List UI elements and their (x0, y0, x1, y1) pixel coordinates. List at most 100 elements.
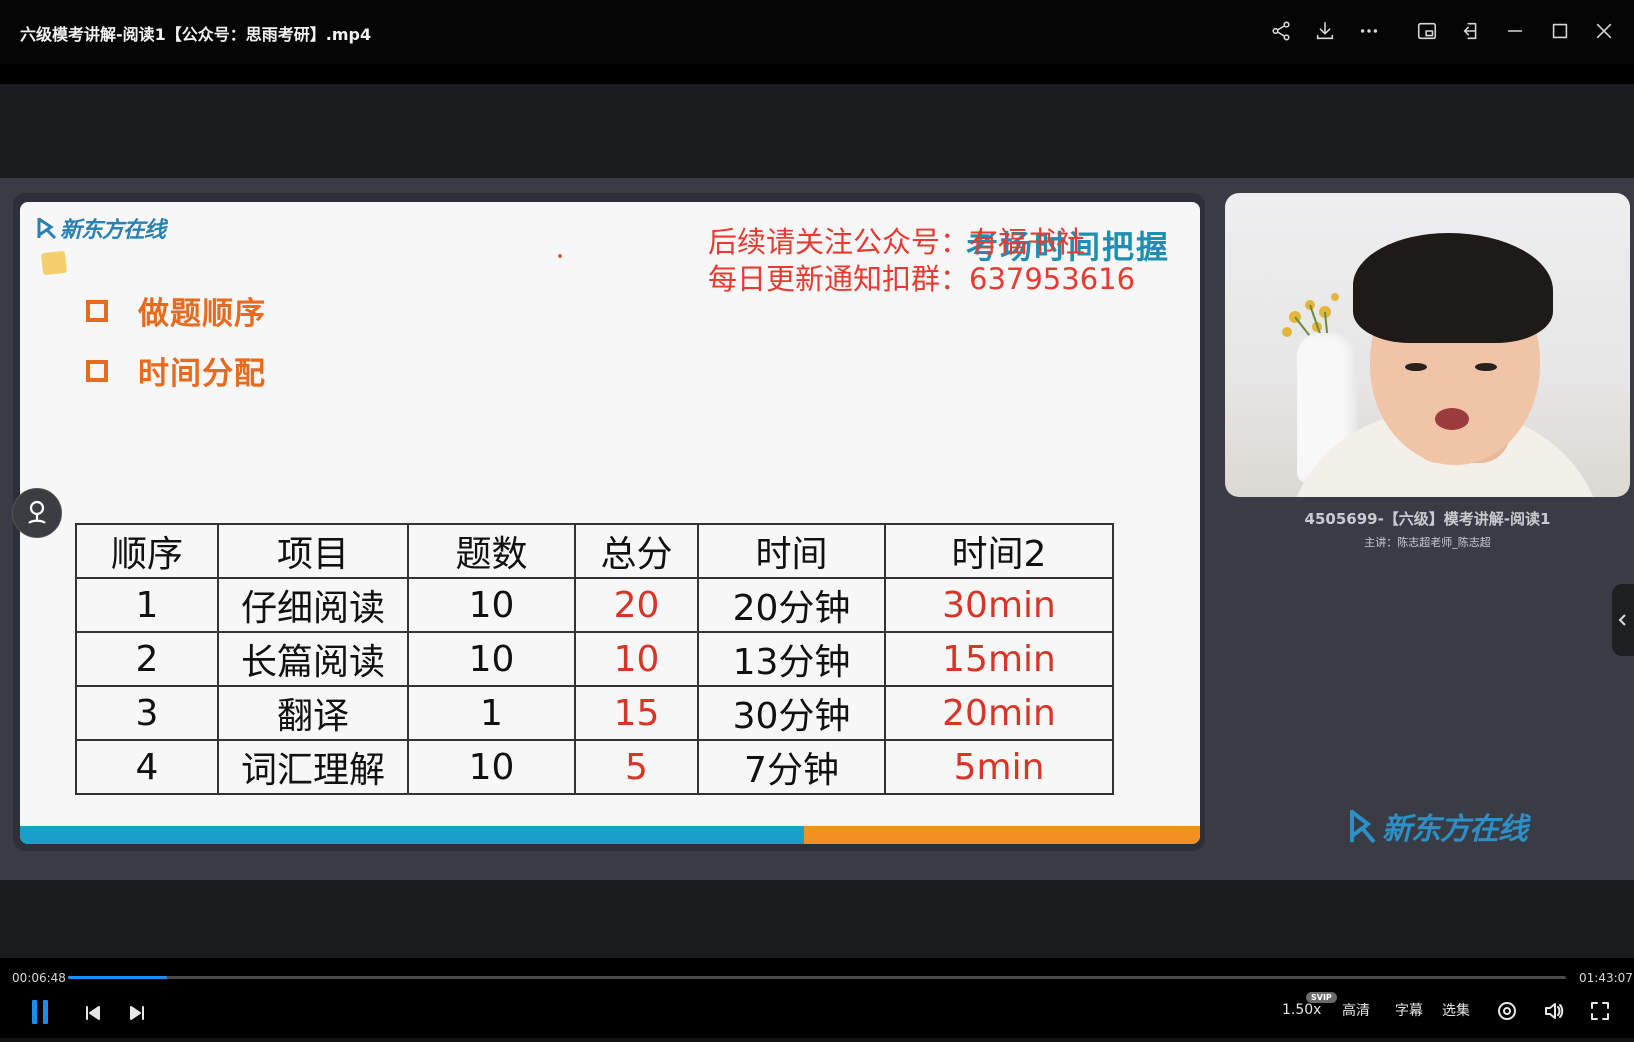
quality-button[interactable]: 高清 (1342, 1000, 1370, 1020)
more-button[interactable] (1354, 16, 1384, 46)
frame-logo-text: 新东方在线 (1382, 812, 1528, 847)
playback-speed-button[interactable]: 1.50x (1282, 1002, 1321, 1018)
minimize-button[interactable] (1500, 16, 1530, 46)
table-header: 总分 (574, 523, 699, 579)
share-icon (1272, 21, 1290, 41)
person-mouth (1435, 408, 1469, 430)
pin-on-top-button[interactable] (1456, 16, 1486, 46)
download-icon (1316, 21, 1334, 40)
table-cell: 4 (75, 739, 219, 795)
settings-icon (1498, 1002, 1516, 1020)
table-cell: 翻译 (217, 685, 409, 741)
table-row: 3 翻译 1 15 30分钟 20min (75, 685, 1114, 741)
total-time: 01:43:07 (1579, 971, 1633, 985)
teacher-webcam (1225, 193, 1630, 497)
episodes-button[interactable]: 选集 (1442, 1000, 1470, 1020)
pointer-dot (558, 254, 562, 258)
fullscreen-button[interactable] (1587, 998, 1613, 1024)
table-cell: 5 (574, 739, 699, 795)
bullet-text: 时间分配 (138, 356, 266, 392)
table-cell: 10 (407, 739, 576, 795)
table-header: 时间2 (884, 523, 1114, 579)
lecture-slide: 新东方在线 考场时间把握 后续请关注公众号：有福书社 每日更新通知扣群：6379… (20, 202, 1200, 844)
table-header: 题数 (407, 523, 576, 579)
table-cell: 30分钟 (697, 685, 886, 741)
watermark-line-2: 每日更新通知扣群：637953616 (708, 262, 1136, 296)
pause-icon (30, 1000, 50, 1024)
table-row: 4 词汇理解 10 5 7分钟 5min (75, 739, 1114, 795)
table-cell: 10 (574, 631, 699, 687)
more-icon (1360, 29, 1378, 33)
download-button[interactable] (1310, 16, 1340, 46)
player-controls: 00:06:48 01:43:07 1.50x SVIP 高清 字幕 选集 (0, 958, 1634, 1042)
table-header: 顺序 (75, 523, 219, 579)
current-time: 00:06:48 (12, 971, 66, 985)
bullet-text: 做题顺序 (138, 296, 266, 332)
pin-icon (1463, 22, 1477, 40)
skip-previous-icon (86, 1006, 100, 1020)
xdf-logo-icon (37, 217, 57, 240)
table-cell: 仔细阅读 (217, 577, 409, 633)
checkbox-square-icon (86, 359, 108, 382)
frame-logo: 新东方在线 (1348, 804, 1528, 848)
table-row: 2 长篇阅读 10 10 13分钟 15min (75, 631, 1114, 687)
table-cell: 20分钟 (697, 577, 886, 633)
maximize-button[interactable] (1545, 16, 1575, 46)
progress-bar[interactable] (68, 976, 1566, 979)
table-cell: 2 (75, 631, 219, 687)
table-cell: 长篇阅读 (217, 631, 409, 687)
table-cell: 词汇理解 (217, 739, 409, 795)
table-cell: 1 (75, 577, 219, 633)
subtitles-button[interactable]: 字幕 (1395, 1000, 1423, 1020)
checkbox-square-icon (86, 299, 108, 322)
next-button[interactable] (126, 1002, 148, 1024)
close-button[interactable] (1589, 16, 1619, 46)
slide-logo: 新东方在线 (36, 212, 166, 244)
settings-button[interactable] (1494, 998, 1520, 1024)
time-plan-table: 顺序 项目 题数 总分 时间 时间2 1 仔细阅读 10 20 20分钟 30m… (75, 523, 1114, 795)
xdf-logo-icon (1350, 810, 1376, 844)
volume-icon (1545, 1003, 1564, 1019)
window-bottom-edge (0, 1038, 1634, 1042)
minimize-icon (1507, 30, 1523, 32)
title-bar: 六级模考讲解-阅读1【公众号：思雨考研】.mp4 (0, 0, 1634, 64)
window-title: 六级模考讲解-阅读1【公众号：思雨考研】.mp4 (20, 25, 372, 44)
table-cell: 20 (574, 577, 699, 633)
picture-in-picture-icon (1417, 22, 1437, 40)
lesson-teacher: 主讲：陈志超老师_陈志超 (1364, 536, 1491, 549)
table-cell: 10 (407, 577, 576, 633)
location-pin-icon (28, 500, 46, 524)
person-eye (1405, 363, 1427, 371)
table-row: 1 仔细阅读 10 20 20分钟 30min (75, 577, 1114, 633)
annotation-tool-button[interactable] (12, 488, 62, 538)
table-header: 项目 (217, 523, 409, 579)
table-cell: 10 (407, 631, 576, 687)
table-cell: 5min (884, 739, 1114, 795)
table-cell: 20min (884, 685, 1114, 741)
table-header-row: 顺序 项目 题数 总分 时间 时间2 (75, 523, 1114, 579)
lesson-title: 4505699-【六级】模考讲解-阅读1 (1304, 510, 1551, 528)
picture-in-picture-button[interactable] (1412, 16, 1442, 46)
maximize-icon (1552, 23, 1568, 39)
table-header: 时间 (697, 523, 886, 579)
video-area[interactable]: 新东方在线 考场时间把握 后续请关注公众号：有福书社 每日更新通知扣群：6379… (0, 84, 1634, 958)
skip-next-icon (130, 1006, 144, 1020)
watermark-text: 后续请关注公众号：有福书社 每日更新通知扣群：637953616 (708, 224, 1135, 298)
table-cell: 15 (574, 685, 699, 741)
previous-button[interactable] (82, 1002, 104, 1024)
table-cell: 13分钟 (697, 631, 886, 687)
table-cell: 15min (884, 631, 1114, 687)
progress-fill (68, 976, 167, 979)
volume-button[interactable] (1541, 998, 1567, 1024)
fullscreen-icon (1591, 1002, 1609, 1020)
svip-badge: SVIP (1306, 992, 1337, 1003)
chevron-left-icon (1618, 614, 1626, 626)
share-button[interactable] (1266, 16, 1296, 46)
table-cell: 7分钟 (697, 739, 886, 795)
slide-footer-bar-blue (20, 826, 804, 844)
slide-footer-bar-orange (804, 826, 1200, 844)
bullet-item: 时间分配 (86, 348, 266, 393)
table-cell: 1 (407, 685, 576, 741)
pause-button[interactable] (30, 1000, 50, 1024)
collapse-panel-button[interactable] (1612, 584, 1634, 656)
